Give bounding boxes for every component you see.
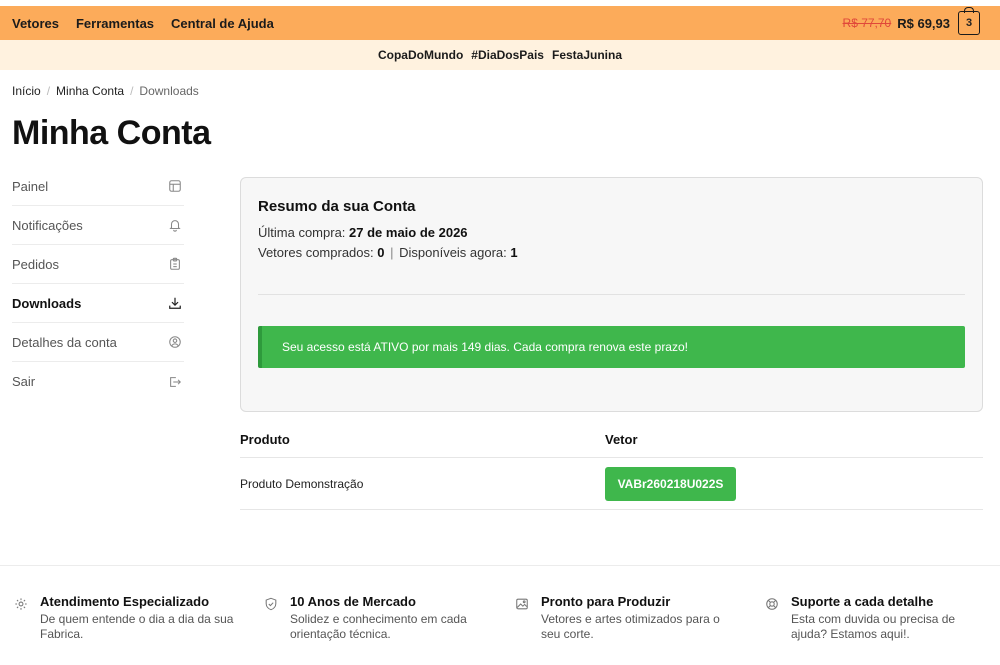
summary-title: Resumo da sua Conta	[258, 198, 416, 215]
bought-label: Vetores comprados:	[258, 245, 378, 260]
breadcrumb-account[interactable]: Minha Conta	[56, 84, 124, 98]
feature-title: Atendimento Especializado	[40, 594, 210, 609]
gear-icon	[14, 597, 28, 611]
feature-item: Suporte a cada detalhe Esta com duvida o…	[765, 594, 990, 642]
cart-total: R$ 69,93	[897, 15, 950, 31]
image-icon	[515, 597, 529, 611]
feature-item: Atendimento Especializado De quem entend…	[14, 594, 239, 642]
bell-icon	[168, 218, 182, 232]
summary-divider	[258, 294, 965, 295]
breadcrumb-current: Downloads	[139, 84, 199, 98]
lifebuoy-icon	[765, 597, 779, 611]
feature-title: 10 Anos de Mercado	[290, 594, 416, 609]
page-title: Minha Conta	[12, 114, 211, 152]
logout-icon	[168, 375, 182, 389]
footer-features: Atendimento Especializado De quem entend…	[0, 565, 1000, 665]
feature-text: De quem entende o dia a dia da sua Fabri…	[40, 612, 234, 641]
breadcrumb-separator: /	[130, 84, 134, 98]
sidebar-item-painel[interactable]: Painel	[12, 167, 184, 206]
downloads-table: Produto Vetor Produto Demonstração VABr2…	[240, 422, 983, 510]
bought-value: 0	[377, 245, 385, 260]
column-header-produto: Produto	[240, 432, 290, 447]
main-nav: Vetores Ferramentas Central de Ajuda	[12, 6, 291, 40]
nav-vetores[interactable]: Vetores	[12, 16, 59, 31]
breadcrumb: Início / Minha Conta / Downloads	[12, 84, 199, 98]
old-price: R$ 77,70	[842, 16, 892, 30]
breadcrumb-separator: /	[46, 84, 51, 98]
cart-count: 3	[965, 17, 973, 29]
sidebar-item-label: Downloads	[12, 295, 82, 311]
product-name: Produto Demonstração	[240, 476, 364, 491]
available-value: 1	[510, 245, 518, 260]
tag-bar: CopaDoMundo #DiaDosPais FestaJunina	[0, 40, 1000, 70]
available-label: Disponíveis agora:	[399, 245, 511, 260]
table-header: Produto Vetor	[240, 422, 983, 458]
feature-item: 10 Anos de Mercado Solidez e conheciment…	[264, 594, 489, 642]
access-status-alert: Seu acesso está ATIVO por mais 149 dias.…	[258, 326, 965, 368]
last-purchase: Última compra: 27 de maio de 2026	[258, 225, 468, 240]
tag-link[interactable]: CopaDoMundo	[378, 48, 463, 62]
pipe-separator: |	[390, 245, 394, 260]
vector-counts: Vetores comprados: 0 | Disponíveis agora…	[258, 245, 518, 260]
sidebar-item-pedidos[interactable]: Pedidos	[12, 245, 184, 284]
feature-text: Vetores e artes otimizados para o seu co…	[541, 612, 720, 641]
last-purchase-value: 27 de maio de 2026	[349, 225, 468, 240]
sidebar-item-detalhes-da-conta[interactable]: Detalhes da conta	[12, 323, 184, 362]
account-summary-card: Resumo da sua Conta Última compra: 27 de…	[240, 177, 983, 412]
top-bar: Vetores Ferramentas Central de Ajuda R$ …	[0, 6, 1000, 40]
column-header-vetor: Vetor	[605, 432, 638, 447]
sidebar-item-label: Painel	[12, 178, 49, 194]
sidebar-item-label: Detalhes da conta	[12, 334, 117, 350]
account-sidebar: Painel Notificações Pedidos Downloads De…	[12, 167, 184, 401]
feature-text: Solidez e conhecimento em cada orientaçã…	[290, 612, 467, 641]
sidebar-item-notificacoes[interactable]: Notificações	[12, 206, 184, 245]
feature-text: Esta com duvida ou precisa de ajuda? Est…	[791, 612, 956, 641]
breadcrumb-home[interactable]: Início	[12, 84, 41, 98]
nav-central-de-ajuda[interactable]: Central de Ajuda	[171, 16, 274, 31]
tag-link[interactable]: #DiaDosPais	[471, 48, 544, 62]
sidebar-item-sair[interactable]: Sair	[12, 362, 184, 401]
sidebar-item-label: Pedidos	[12, 256, 59, 272]
table-row: Produto Demonstração VABr260218U022S	[240, 458, 983, 510]
feature-item: Pronto para Produzir Vetores e artes oti…	[515, 594, 740, 642]
clipboard-icon	[168, 257, 182, 271]
download-vetor-button[interactable]: VABr260218U022S	[605, 466, 736, 501]
user-circle-icon	[168, 335, 182, 349]
nav-ferramentas[interactable]: Ferramentas	[76, 16, 154, 31]
dashboard-icon	[168, 179, 182, 193]
sidebar-item-label: Notificações	[12, 217, 83, 233]
feature-title: Pronto para Produzir	[541, 594, 671, 609]
shield-check-icon	[264, 597, 278, 611]
last-purchase-label: Última compra:	[258, 225, 350, 240]
tag-link[interactable]: FestaJunina	[552, 48, 622, 62]
feature-title: Suporte a cada detalhe	[791, 594, 934, 609]
sidebar-item-downloads[interactable]: Downloads	[12, 284, 184, 323]
cart-summary[interactable]: R$ 77,70 R$ 69,93 3	[843, 6, 980, 40]
sidebar-item-label: Sair	[12, 374, 36, 389]
cart-bag-icon[interactable]: 3	[958, 7, 980, 35]
download-icon	[168, 296, 182, 310]
